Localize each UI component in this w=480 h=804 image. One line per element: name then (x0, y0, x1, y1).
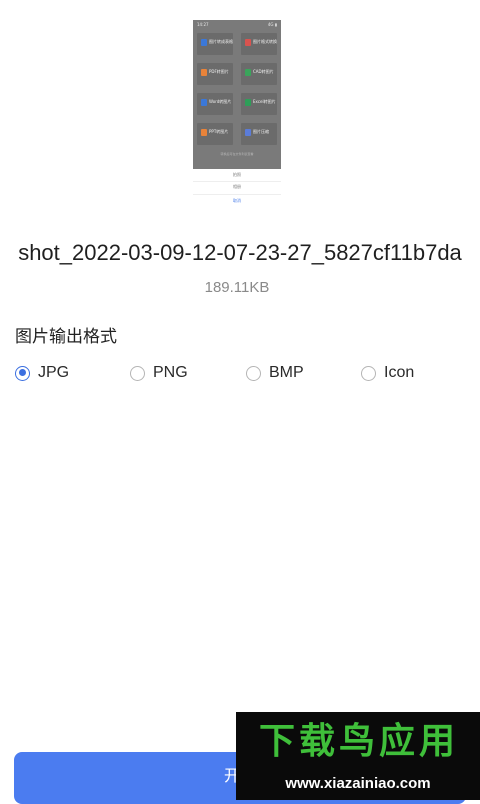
preview-sheet-option: 拍照 (233, 172, 241, 177)
preview-sheet-option: 相册 (233, 184, 241, 189)
preview-tile: CAD转图片 (241, 63, 277, 85)
file-size: 189.11KB (204, 279, 270, 296)
preview-tile: Excel转图片 (241, 93, 277, 115)
watermark-title: 下载鸟应用 (258, 721, 459, 762)
preview-tile-label: 图片压缩 (253, 129, 269, 134)
preview-action-sheet: 拍照 相册 取消 (193, 169, 281, 208)
radio-unchecked-icon[interactable] (246, 365, 261, 381)
preview-status-icons: 4G ▮ (267, 22, 277, 27)
radio-unchecked-icon[interactable] (361, 365, 376, 381)
doc-icon (245, 39, 251, 46)
preview-tile: 图片压缩 (241, 123, 277, 145)
preview-status-time: 14:27 (197, 22, 209, 27)
doc-icon (201, 99, 207, 106)
preview-tile-label: PDF转图片 (209, 69, 229, 74)
preview-sheet-divider (193, 181, 281, 182)
doc-icon (201, 69, 207, 76)
radio-checked-icon[interactable] (15, 365, 30, 381)
format-label: Icon (384, 364, 415, 381)
file-name: shot_2022-03-09-12-07-23-27_5827cf11b7da (18, 240, 462, 265)
format-radio-bmp[interactable]: BMP (246, 361, 304, 385)
doc-icon (245, 129, 251, 136)
preview-tile-label: Excel转图片 (253, 99, 276, 104)
format-radio-png[interactable]: PNG (130, 361, 188, 385)
preview-tile: PDF转图片 (197, 63, 233, 85)
preview-tile-label: 图片转成表格 (209, 39, 233, 44)
format-radio-icon[interactable]: Icon (361, 361, 414, 385)
preview-note: 转换后可在文件列表查看 (220, 152, 254, 156)
doc-icon (201, 39, 207, 46)
preview-tile: PPT转图片 (197, 123, 233, 145)
preview-thumbnail: 14:27 4G ▮ 图片转成表格 图片格式转换 PDF转图片 CAD转图片 W… (193, 20, 281, 208)
preview-tile: 图片格式转换 (241, 33, 277, 55)
preview-tile-label: CAD转图片 (253, 69, 274, 74)
preview-tile-label: PPT转图片 (209, 129, 229, 134)
format-label: BMP (269, 364, 304, 381)
doc-icon (245, 69, 251, 76)
preview-tile-label: 图片格式转换 (253, 39, 277, 44)
format-label: PNG (153, 364, 188, 381)
preview-tile: 图片转成表格 (197, 33, 233, 55)
preview-tile: Word转图片 (197, 93, 233, 115)
preview-sheet-option: 取消 (233, 198, 241, 203)
output-format-title: 图片输出格式 (15, 327, 117, 347)
watermark-url: www.xiazainiao.com (285, 775, 431, 792)
output-format-radio-group: JPG PNG BMP Icon (0, 361, 480, 385)
radio-unchecked-icon[interactable] (130, 365, 145, 381)
watermark: 下载鸟应用 www.xiazainiao.com (236, 712, 480, 800)
preview-tile-label: Word转图片 (209, 99, 232, 104)
format-radio-jpg[interactable]: JPG (15, 361, 69, 385)
preview-status-bar: 14:27 4G ▮ (197, 22, 277, 27)
format-label: JPG (38, 364, 70, 381)
preview-screen: 14:27 4G ▮ 图片转成表格 图片格式转换 PDF转图片 CAD转图片 W… (193, 20, 281, 169)
doc-icon (245, 99, 251, 106)
doc-icon (201, 129, 207, 136)
preview-sheet-divider (193, 194, 281, 195)
